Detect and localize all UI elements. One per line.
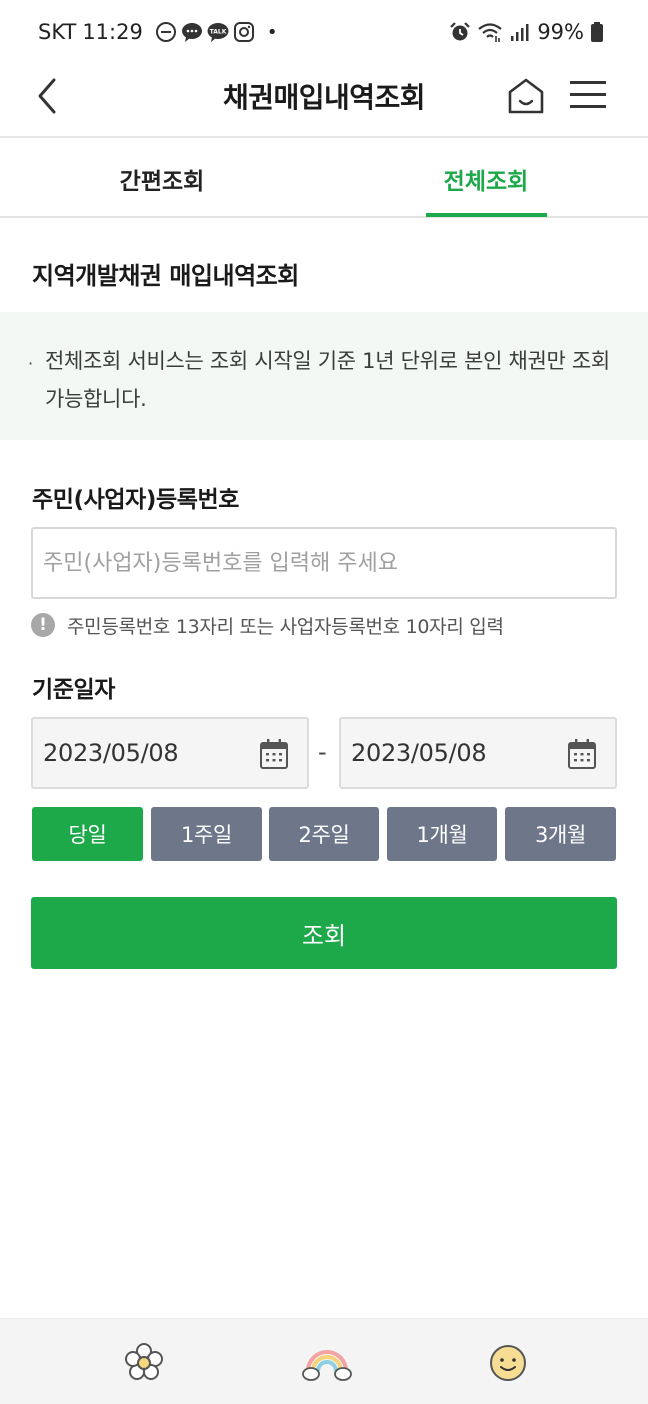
- minus-circle-icon: [155, 22, 176, 42]
- dot-icon: •: [266, 21, 278, 43]
- flower-icon[interactable]: [122, 1341, 166, 1385]
- date-field-label: 기준일자: [32, 677, 116, 703]
- chat-bubble-icon: [181, 23, 202, 42]
- battery-percent: 99%: [537, 20, 584, 44]
- period-button-3-months[interactable]: 3개월: [505, 807, 616, 861]
- id-hint: ! 주민등록번호 13자리 또는 사업자등록번호 10자리 입력: [31, 612, 504, 638]
- date-separator: -: [318, 738, 327, 766]
- status-bar-right: 99%: [449, 19, 604, 45]
- notice-box: · 전체조회 서비스는 조회 시작일 기준 1년 단위로 본인 채권만 조회 가…: [0, 312, 648, 440]
- alarm-icon: [450, 22, 471, 41]
- end-date-value: 2023/05/08: [351, 739, 487, 767]
- notice-text: 전체조회 서비스는 조회 시작일 기준 1년 단위로 본인 채권만 조회 가능합…: [45, 349, 610, 411]
- signal-icon: [511, 24, 529, 41]
- status-bar: SKT 11:29 TALK • 99%: [0, 0, 648, 62]
- exclamation-circle-icon: !: [31, 613, 55, 637]
- calendar-icon[interactable]: [567, 738, 597, 770]
- section-title: 지역개발채권 매입내역조회: [32, 262, 299, 290]
- period-button-2-weeks[interactable]: 2주일: [269, 807, 379, 861]
- period-button-1-month[interactable]: 1개월: [387, 807, 497, 861]
- query-tabs: 간편조회 전체조회: [0, 140, 648, 218]
- tab-simple-query[interactable]: 간편조회: [102, 140, 222, 218]
- notice-bullet: ·: [28, 354, 34, 373]
- status-bar-left: SKT 11:29 TALK •: [38, 19, 277, 45]
- svg-text:TALK: TALK: [209, 29, 226, 36]
- page-title: 채권매입내역조회: [222, 81, 426, 114]
- hamburger-menu-icon[interactable]: [568, 78, 608, 112]
- clock-time: 11:29: [82, 20, 143, 44]
- start-date-value: 2023/05/08: [43, 739, 179, 767]
- search-submit-button[interactable]: 조회: [31, 897, 617, 969]
- rainbow-icon[interactable]: [302, 1341, 352, 1385]
- calendar-icon[interactable]: [259, 738, 289, 770]
- end-date-field[interactable]: 2023/05/08: [339, 717, 617, 789]
- id-hint-text: 주민등록번호 13자리 또는 사업자등록번호 10자리 입력: [67, 615, 504, 638]
- wifi-icon: [478, 23, 503, 42]
- active-tab-indicator: [426, 213, 547, 217]
- registration-number-input[interactable]: [31, 527, 617, 599]
- talk-bubble-icon: TALK: [207, 23, 229, 42]
- notification-icons: TALK •: [155, 21, 278, 43]
- smiley-face-icon[interactable]: [486, 1341, 530, 1385]
- period-button-today[interactable]: 당일: [32, 807, 143, 861]
- carrier-label: SKT: [38, 20, 77, 44]
- home-icon[interactable]: [506, 76, 546, 116]
- battery-icon: [591, 22, 603, 42]
- bottom-nav-bar: [0, 1318, 648, 1404]
- instagram-icon: [233, 22, 254, 42]
- id-field-label: 주민(사업자)등록번호: [32, 487, 240, 513]
- tab-full-query[interactable]: 전체조회: [426, 140, 546, 218]
- start-date-field[interactable]: 2023/05/08: [31, 717, 309, 789]
- period-button-1-week[interactable]: 1주일: [151, 807, 262, 861]
- app-header: 채권매입내역조회: [0, 62, 648, 138]
